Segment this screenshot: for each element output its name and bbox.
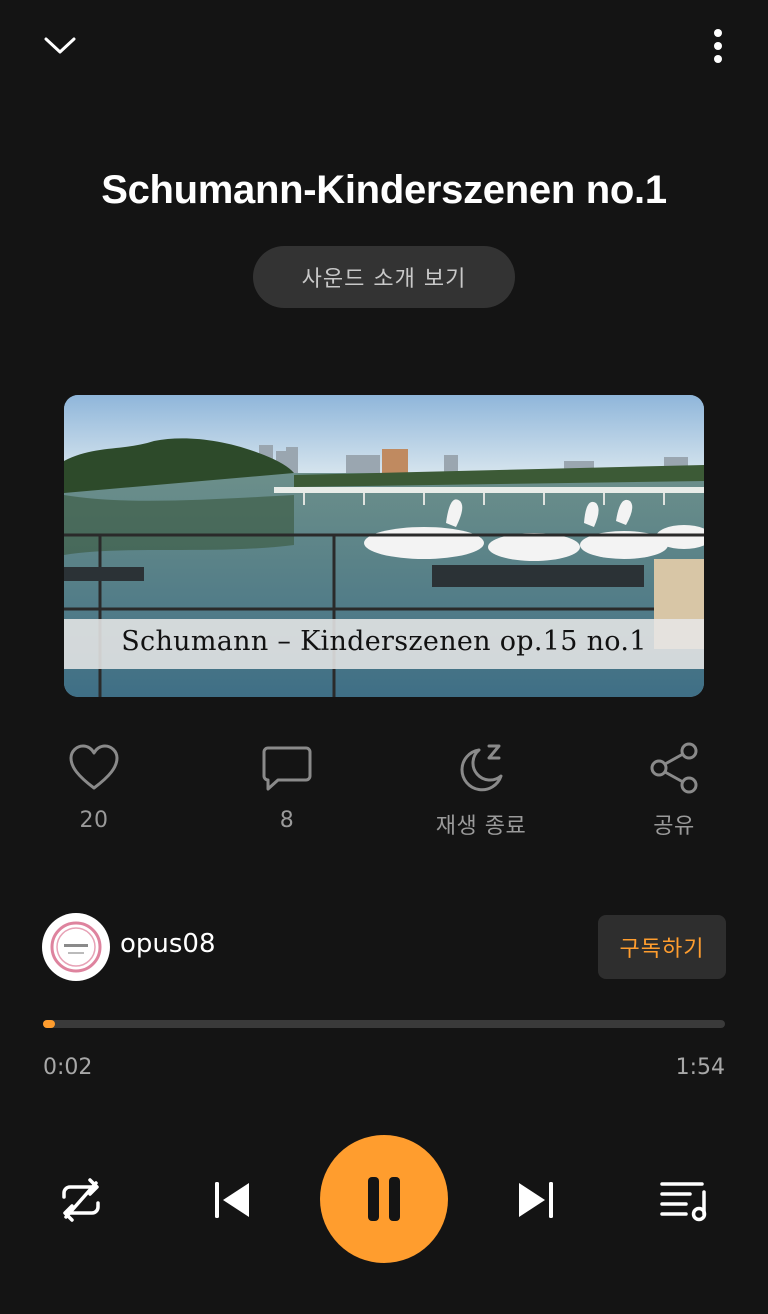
heart-icon	[69, 744, 119, 790]
playlist-icon	[660, 1182, 707, 1222]
progress-track	[43, 1020, 725, 1028]
comment-button[interactable]: 8	[217, 740, 357, 833]
comment-icon	[262, 746, 312, 791]
track-title: Schumann-Kinderszenen no.1	[101, 168, 667, 212]
opus08-logo	[50, 921, 102, 973]
like-count: 20	[79, 808, 109, 833]
action-bar: 20 8 재생 종료 공유	[0, 740, 768, 840]
subscribe-button[interactable]: 구독하기	[598, 915, 726, 979]
repeat-button[interactable]	[52, 1171, 110, 1229]
current-time: 0:02	[43, 1055, 93, 1080]
channel-row: opus08 구독하기	[42, 913, 726, 981]
sleep-timer-label: 재생 종료	[435, 814, 527, 839]
total-time: 1:54	[675, 1055, 725, 1080]
previous-button[interactable]	[204, 1173, 258, 1227]
next-button[interactable]	[510, 1173, 564, 1227]
play-pause-button[interactable]	[320, 1135, 448, 1263]
playlist-button[interactable]	[658, 1171, 710, 1229]
comment-count: 8	[279, 808, 295, 833]
sleep-timer-icon	[460, 744, 503, 792]
collapse-button[interactable]	[30, 20, 90, 72]
playback-controls	[0, 1135, 768, 1265]
share-button[interactable]: 공유	[604, 740, 744, 840]
cover-caption: Schumann – Kinderszenen op.15 no.1	[121, 626, 647, 657]
pause-icon	[368, 1177, 400, 1221]
more-options-button[interactable]	[698, 20, 738, 72]
like-button[interactable]: 20	[24, 740, 164, 833]
sleep-timer-button[interactable]: 재생 종료	[411, 740, 551, 840]
skip-previous-icon	[215, 1182, 249, 1218]
repeat-icon	[62, 1178, 100, 1222]
player-screen: Schumann-Kinderszenen no.1 사운드 소개 보기 Sch…	[0, 0, 768, 1314]
channel-name[interactable]: opus08	[120, 929, 216, 959]
progress-fill	[43, 1020, 56, 1028]
skip-next-icon	[519, 1182, 553, 1218]
share-label: 공유	[653, 814, 695, 839]
share-icon	[650, 742, 698, 794]
more-vertical-icon	[714, 29, 722, 63]
progress-bar[interactable]	[43, 1020, 725, 1028]
chevron-down-icon	[44, 37, 76, 54]
sound-intro-button[interactable]: 사운드 소개 보기	[253, 246, 515, 308]
channel-avatar[interactable]	[42, 913, 110, 981]
